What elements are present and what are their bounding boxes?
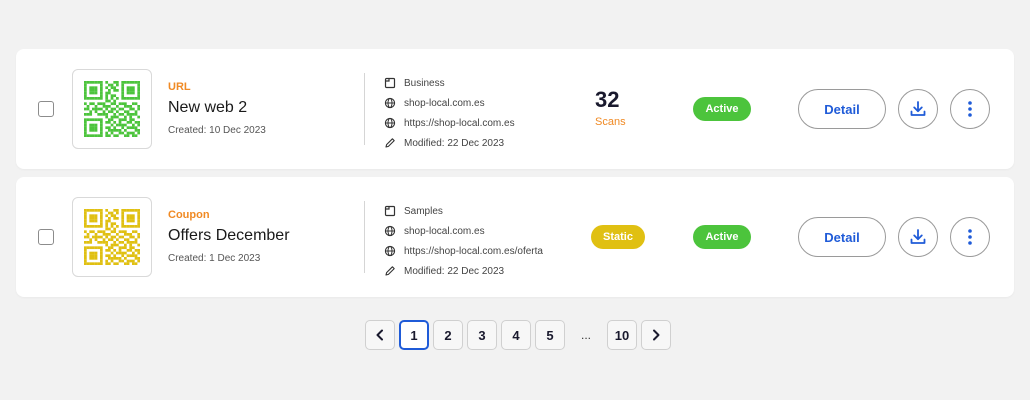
download-button[interactable] (898, 217, 938, 257)
domain-row: shop-local.com.es (384, 93, 515, 113)
scans-stat: 32 Scans (595, 87, 626, 128)
pencil-icon (384, 265, 396, 277)
download-button[interactable] (898, 89, 938, 129)
domain-row: shop-local.com.es (384, 221, 543, 241)
more-options-button[interactable] (950, 217, 990, 257)
divider (364, 73, 365, 145)
pencil-icon (384, 137, 396, 149)
detail-button[interactable]: Detail (798, 217, 886, 257)
page-button-3[interactable]: 3 (467, 320, 497, 350)
more-vertical-icon (968, 101, 972, 117)
qr-type-label: URL (168, 81, 191, 93)
domain-text: shop-local.com.es (404, 97, 485, 109)
status-badge: Active (693, 225, 751, 249)
pagination-ellipsis: ... (580, 328, 591, 342)
url-text[interactable]: https://shop-local.com.es/oferta (404, 246, 543, 257)
globe-icon (384, 97, 396, 109)
folder-row: Samples (384, 201, 543, 221)
qr-thumbnail[interactable] (72, 69, 152, 149)
url-text[interactable]: https://shop-local.com.es (404, 118, 515, 129)
next-page-button[interactable] (641, 320, 671, 350)
qr-list-item: URL New web 2 Created: 10 Dec 2023 Busin… (16, 49, 1014, 169)
page-button-10[interactable]: 10 (607, 320, 637, 350)
page-button-2[interactable]: 2 (433, 320, 463, 350)
folder-row: Business (384, 73, 515, 93)
qr-meta: Samples shop-local.com.es https://shop-l… (384, 201, 543, 281)
created-date: Created: 10 Dec 2023 (168, 125, 266, 136)
prev-page-button[interactable] (365, 320, 395, 350)
page-button-1[interactable]: 1 (399, 320, 429, 350)
scan-label: Scans (595, 116, 626, 128)
qr-type-label: Coupon (168, 209, 210, 221)
chevron-right-icon (653, 329, 660, 341)
qr-code-icon (84, 81, 140, 137)
download-icon (910, 101, 926, 116)
domain-text: shop-local.com.es (404, 225, 485, 237)
url-row: https://shop-local.com.es/oferta (384, 241, 543, 261)
pagination: 1 2 3 4 5 ... 10 (365, 320, 675, 350)
modified-row: Modified: 22 Dec 2023 (384, 133, 515, 153)
qr-thumbnail[interactable] (72, 197, 152, 277)
qr-name[interactable]: Offers December (168, 227, 290, 245)
page-button-5[interactable]: 5 (535, 320, 565, 350)
modified-row: Modified: 22 Dec 2023 (384, 261, 543, 281)
more-options-button[interactable] (950, 89, 990, 129)
folder-name: Business (404, 77, 445, 89)
page-button-4[interactable]: 4 (501, 320, 531, 350)
download-icon (910, 229, 926, 244)
scan-count: 32 (595, 87, 620, 112)
more-vertical-icon (968, 229, 972, 245)
folder-icon (384, 205, 396, 217)
url-row: https://shop-local.com.es (384, 113, 515, 133)
status-badge: Active (693, 97, 751, 121)
static-badge: Static (591, 225, 645, 249)
qr-name[interactable]: New web 2 (168, 99, 266, 117)
qr-list-item: Coupon Offers December Created: 1 Dec 20… (16, 177, 1014, 297)
select-checkbox[interactable] (38, 101, 54, 117)
globe-icon (384, 117, 396, 129)
divider (364, 201, 365, 273)
qr-code-icon (84, 209, 140, 265)
detail-button[interactable]: Detail (798, 89, 886, 129)
select-checkbox[interactable] (38, 229, 54, 245)
modified-date: Modified: 22 Dec 2023 (404, 265, 505, 277)
qr-meta: Business shop-local.com.es https://shop-… (384, 73, 515, 153)
globe-icon (384, 225, 396, 237)
chevron-left-icon (376, 329, 383, 341)
modified-date: Modified: 22 Dec 2023 (404, 137, 505, 149)
globe-icon (384, 245, 396, 257)
created-date: Created: 1 Dec 2023 (168, 253, 261, 264)
folder-name: Samples (404, 205, 443, 217)
folder-icon (384, 77, 396, 89)
